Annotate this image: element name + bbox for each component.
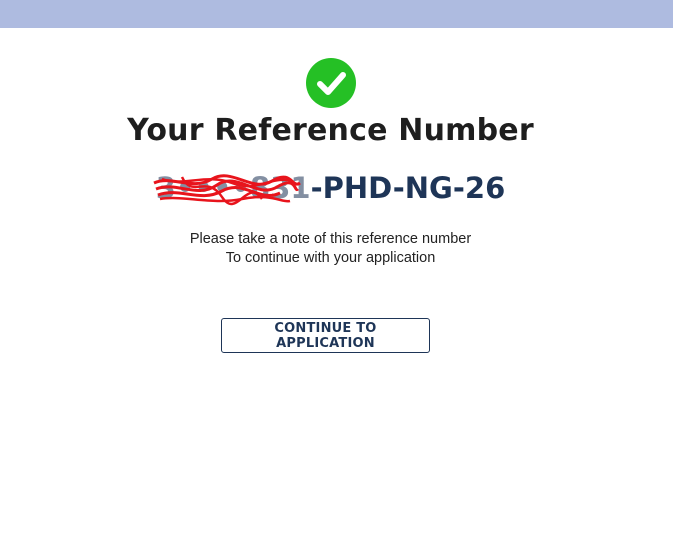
page-title: Your Reference Number (127, 113, 534, 148)
redaction-scribble (153, 174, 301, 206)
reference-visible-part: -PHD-NG-26 (310, 171, 506, 205)
reference-note: Please take a note of this reference num… (0, 230, 661, 268)
continue-to-application-button[interactable]: CONTINUE TO APPLICATION (221, 318, 430, 353)
note-line-2: To continue with your application (225, 250, 436, 266)
check-circle-icon (306, 58, 356, 108)
reference-number: 3••••831 -PHD-NG-26 (0, 171, 661, 206)
reference-redacted-part: 3••••831 (153, 171, 311, 206)
note-line-1: Please take a note of this reference num… (189, 231, 472, 247)
confirmation-panel: Your Reference Number 3••••831 -PHD-NG-2… (0, 0, 673, 547)
